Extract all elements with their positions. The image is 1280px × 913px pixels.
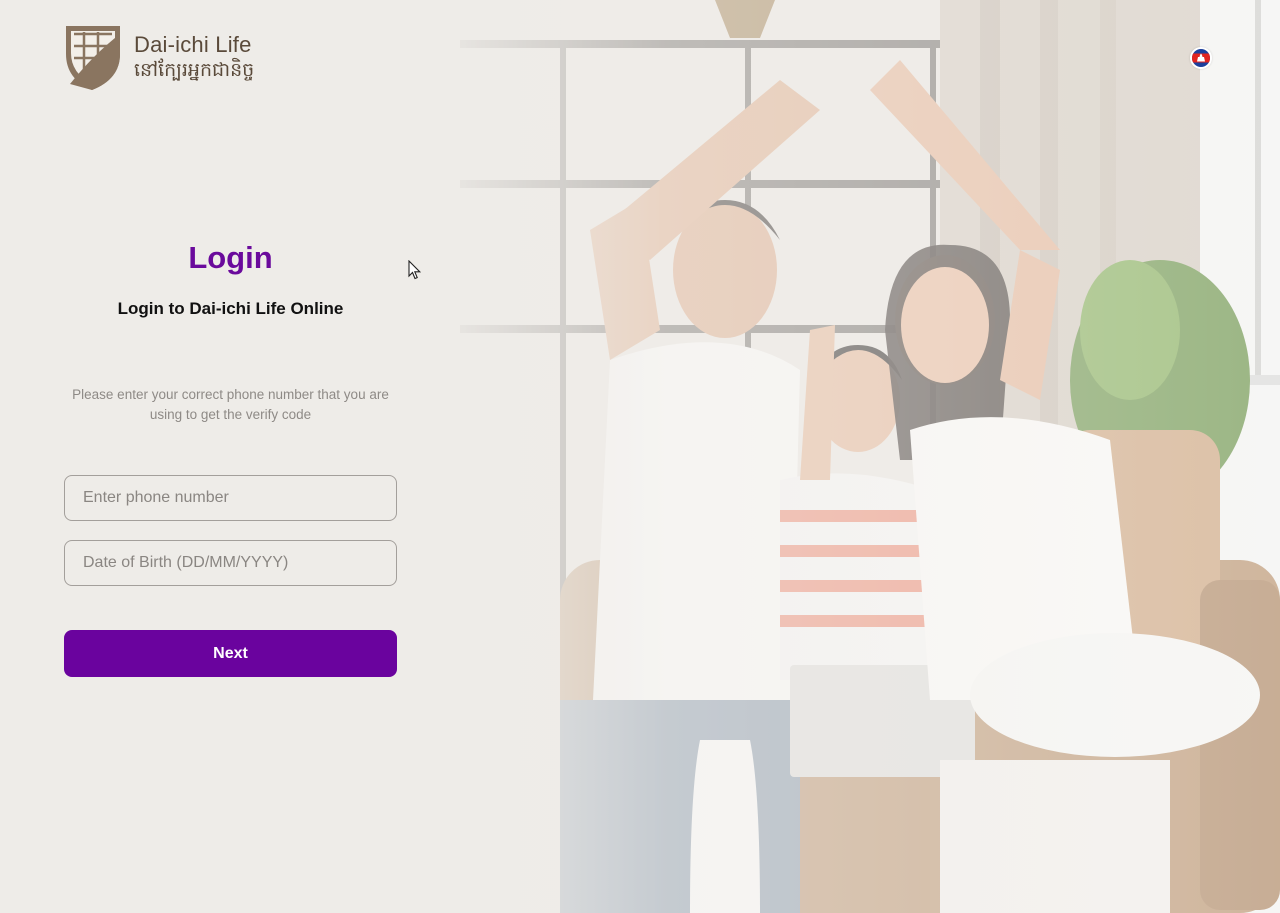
- brand-tagline: នៅក្បែរអ្នកជានិច្ច: [134, 59, 255, 81]
- date-of-birth-input[interactable]: [64, 540, 397, 586]
- language-switch-button[interactable]: [1190, 47, 1212, 69]
- phone-number-input[interactable]: [64, 475, 397, 521]
- shield-logo-icon: [66, 26, 120, 90]
- page-title: Login: [188, 240, 273, 275]
- next-button[interactable]: Next: [64, 630, 397, 677]
- login-subtitle: Login to Dai-ichi Life Online: [117, 299, 344, 318]
- brand-name: Dai-ichi Life: [134, 32, 252, 57]
- cambodia-flag-icon: [1192, 49, 1210, 67]
- login-panel: Login Login to Dai-ichi Life Online Plea…: [64, 238, 397, 677]
- brand-logo[interactable]: Dai-ichi Life នៅក្បែរអ្នកជានិច្ច: [64, 24, 254, 92]
- mouse-cursor-icon: [408, 260, 422, 280]
- helper-text: Please enter your correct phone number t…: [72, 387, 389, 422]
